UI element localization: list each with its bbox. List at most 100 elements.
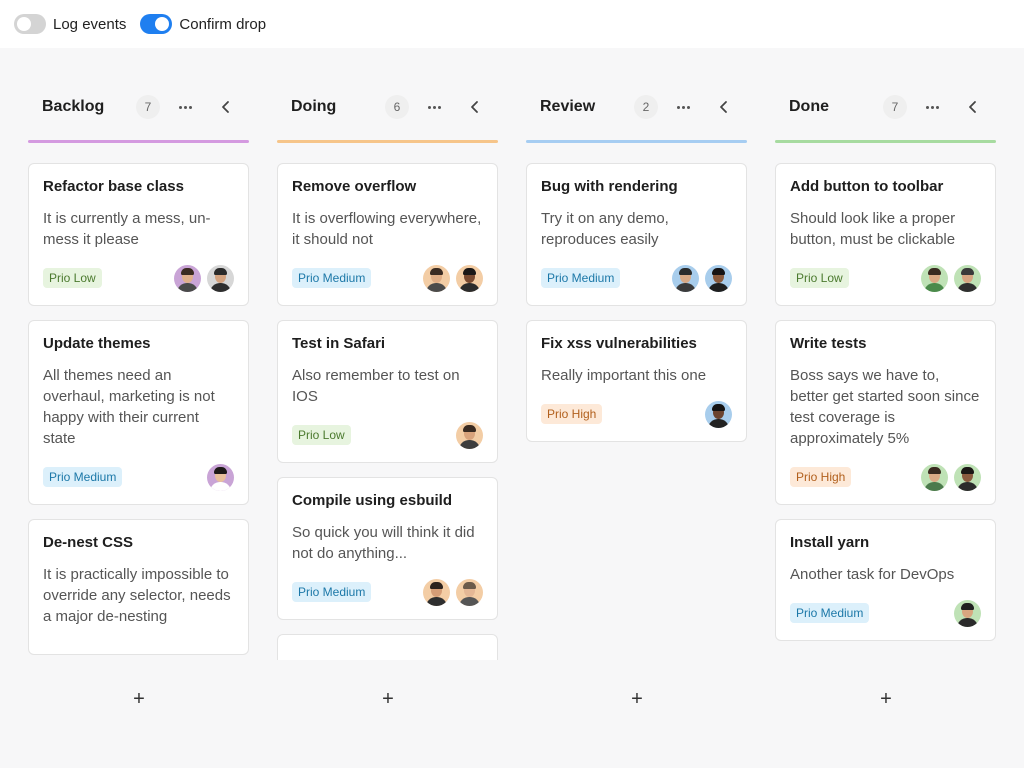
- priority-badge: Prio Medium: [541, 268, 621, 288]
- assignee-avatars: [921, 463, 981, 491]
- chevron-left-icon[interactable]: [467, 95, 483, 119]
- card-footer: Prio Medium: [292, 578, 483, 606]
- card-description: It is overflowing everywhere, it should …: [292, 210, 482, 248]
- card-title: Compile using esbuild: [292, 492, 453, 509]
- card-title: Remove overflow: [292, 178, 417, 195]
- task-card-partial[interactable]: [277, 634, 498, 660]
- avatar[interactable]: [423, 578, 450, 606]
- card-description: Boss says we have to, better get started…: [790, 367, 980, 447]
- avatar-hair: [214, 466, 227, 474]
- column-header: Doing 6: [277, 90, 498, 140]
- add-card-button[interactable]: +: [626, 688, 648, 710]
- avatar-hair: [679, 267, 692, 275]
- column-review: Review 2 Bug with rendering Try it on any d…: [526, 90, 747, 720]
- card-title: De-nest CSS: [43, 534, 134, 551]
- avatar[interactable]: [456, 421, 483, 449]
- avatar-body: [426, 282, 447, 292]
- avatar-hair: [961, 602, 974, 610]
- priority-badge: Prio Medium: [790, 603, 870, 623]
- card-description: Also remember to test on IOS: [292, 367, 460, 405]
- more-options-icon[interactable]: [176, 95, 194, 119]
- avatar[interactable]: [207, 264, 234, 292]
- priority-badge: Prio High: [790, 467, 852, 487]
- card-footer: Prio Low: [790, 264, 981, 292]
- add-card-button[interactable]: +: [875, 688, 897, 710]
- task-card[interactable]: Bug with rendering Try it on any demo, re…: [526, 163, 747, 306]
- avatar[interactable]: [672, 264, 699, 292]
- avatar-hair: [181, 267, 194, 275]
- column-header: Review 2: [526, 90, 747, 140]
- card-title: Test in Safari: [292, 335, 386, 352]
- card-footer: Prio Medium: [541, 264, 732, 292]
- avatar[interactable]: [921, 264, 948, 292]
- column-color-bar: [277, 140, 498, 143]
- card-title: Bug with rendering: [541, 178, 678, 195]
- avatar[interactable]: [456, 578, 483, 606]
- card-list: Remove overflow It is overflowing everywh…: [277, 163, 498, 660]
- task-card[interactable]: Write tests Boss says we have to, better …: [775, 320, 996, 505]
- card-description: Should look like a proper button, must b…: [790, 210, 956, 248]
- column-count-badge: 7: [136, 95, 160, 119]
- task-card[interactable]: Refactor base class It is currently a mes…: [28, 163, 249, 306]
- more-options-icon[interactable]: [425, 95, 443, 119]
- avatar[interactable]: [423, 264, 450, 292]
- avatar-body: [957, 282, 978, 292]
- chevron-left-icon[interactable]: [716, 95, 732, 119]
- avatar-body: [177, 282, 198, 292]
- add-card-button[interactable]: +: [128, 688, 150, 710]
- assignee-avatars: [954, 599, 981, 627]
- avatar-body: [957, 481, 978, 491]
- assignee-avatars: [921, 264, 981, 292]
- confirm-drop-toggle[interactable]: Confirm drop: [140, 14, 266, 34]
- column-color-bar: [526, 140, 747, 143]
- log-events-toggle[interactable]: Log events: [14, 14, 126, 34]
- avatar-body: [459, 282, 480, 292]
- log-events-switch[interactable]: [14, 14, 46, 34]
- avatar-hair: [961, 466, 974, 474]
- toggle-knob: [155, 17, 170, 31]
- task-card[interactable]: Test in Safari Also remember to test on I…: [277, 320, 498, 463]
- avatar[interactable]: [207, 463, 234, 491]
- avatar[interactable]: [174, 264, 201, 292]
- avatar[interactable]: [705, 400, 732, 428]
- priority-badge: Prio Medium: [43, 467, 123, 487]
- task-card[interactable]: Update themes All themes need an overhaul…: [28, 320, 249, 505]
- avatar-body: [924, 481, 945, 491]
- avatar[interactable]: [705, 264, 732, 292]
- task-card[interactable]: Install yarn Another task for DevOps Prio …: [775, 519, 996, 641]
- card-footer: Prio Low: [292, 421, 483, 449]
- avatar[interactable]: [954, 463, 981, 491]
- card-footer: Prio Medium: [292, 264, 483, 292]
- add-card-button[interactable]: +: [377, 688, 399, 710]
- chevron-left-icon[interactable]: [218, 95, 234, 119]
- task-card[interactable]: Add button to toolbar Should look like a …: [775, 163, 996, 306]
- avatar-hair: [712, 267, 725, 275]
- card-list: Refactor base class It is currently a mes…: [28, 163, 249, 660]
- avatar[interactable]: [954, 599, 981, 627]
- card-title: Add button to toolbar: [790, 178, 944, 195]
- task-card[interactable]: Compile using esbuild So quick you will t…: [277, 477, 498, 620]
- card-footer: Prio High: [541, 400, 732, 428]
- card-list: Add button to toolbar Should look like a …: [775, 163, 996, 660]
- column-title: Review: [540, 98, 596, 115]
- confirm-drop-switch[interactable]: [140, 14, 173, 34]
- more-options-icon[interactable]: [923, 95, 941, 119]
- card-footer: Prio Low: [43, 264, 234, 292]
- chevron-left-icon[interactable]: [965, 95, 981, 119]
- avatar[interactable]: [954, 264, 981, 292]
- avatar-hair: [430, 267, 443, 275]
- priority-badge: Prio High: [541, 404, 603, 424]
- avatar-body: [924, 282, 945, 292]
- more-options-icon[interactable]: [674, 95, 692, 119]
- avatar[interactable]: [921, 463, 948, 491]
- task-card[interactable]: Remove overflow It is overflowing everywh…: [277, 163, 498, 306]
- confirm-drop-label: Confirm drop: [179, 15, 267, 33]
- priority-badge: Prio Low: [790, 268, 849, 288]
- avatar[interactable]: [456, 264, 483, 292]
- assignee-avatars: [705, 400, 732, 428]
- task-card[interactable]: Fix xss vulnerabilities Really important …: [526, 320, 747, 442]
- card-title: Install yarn: [790, 534, 870, 551]
- avatar-body: [210, 481, 231, 491]
- avatar-hair: [463, 267, 476, 275]
- task-card[interactable]: De-nest CSS It is practically impossible …: [28, 519, 249, 655]
